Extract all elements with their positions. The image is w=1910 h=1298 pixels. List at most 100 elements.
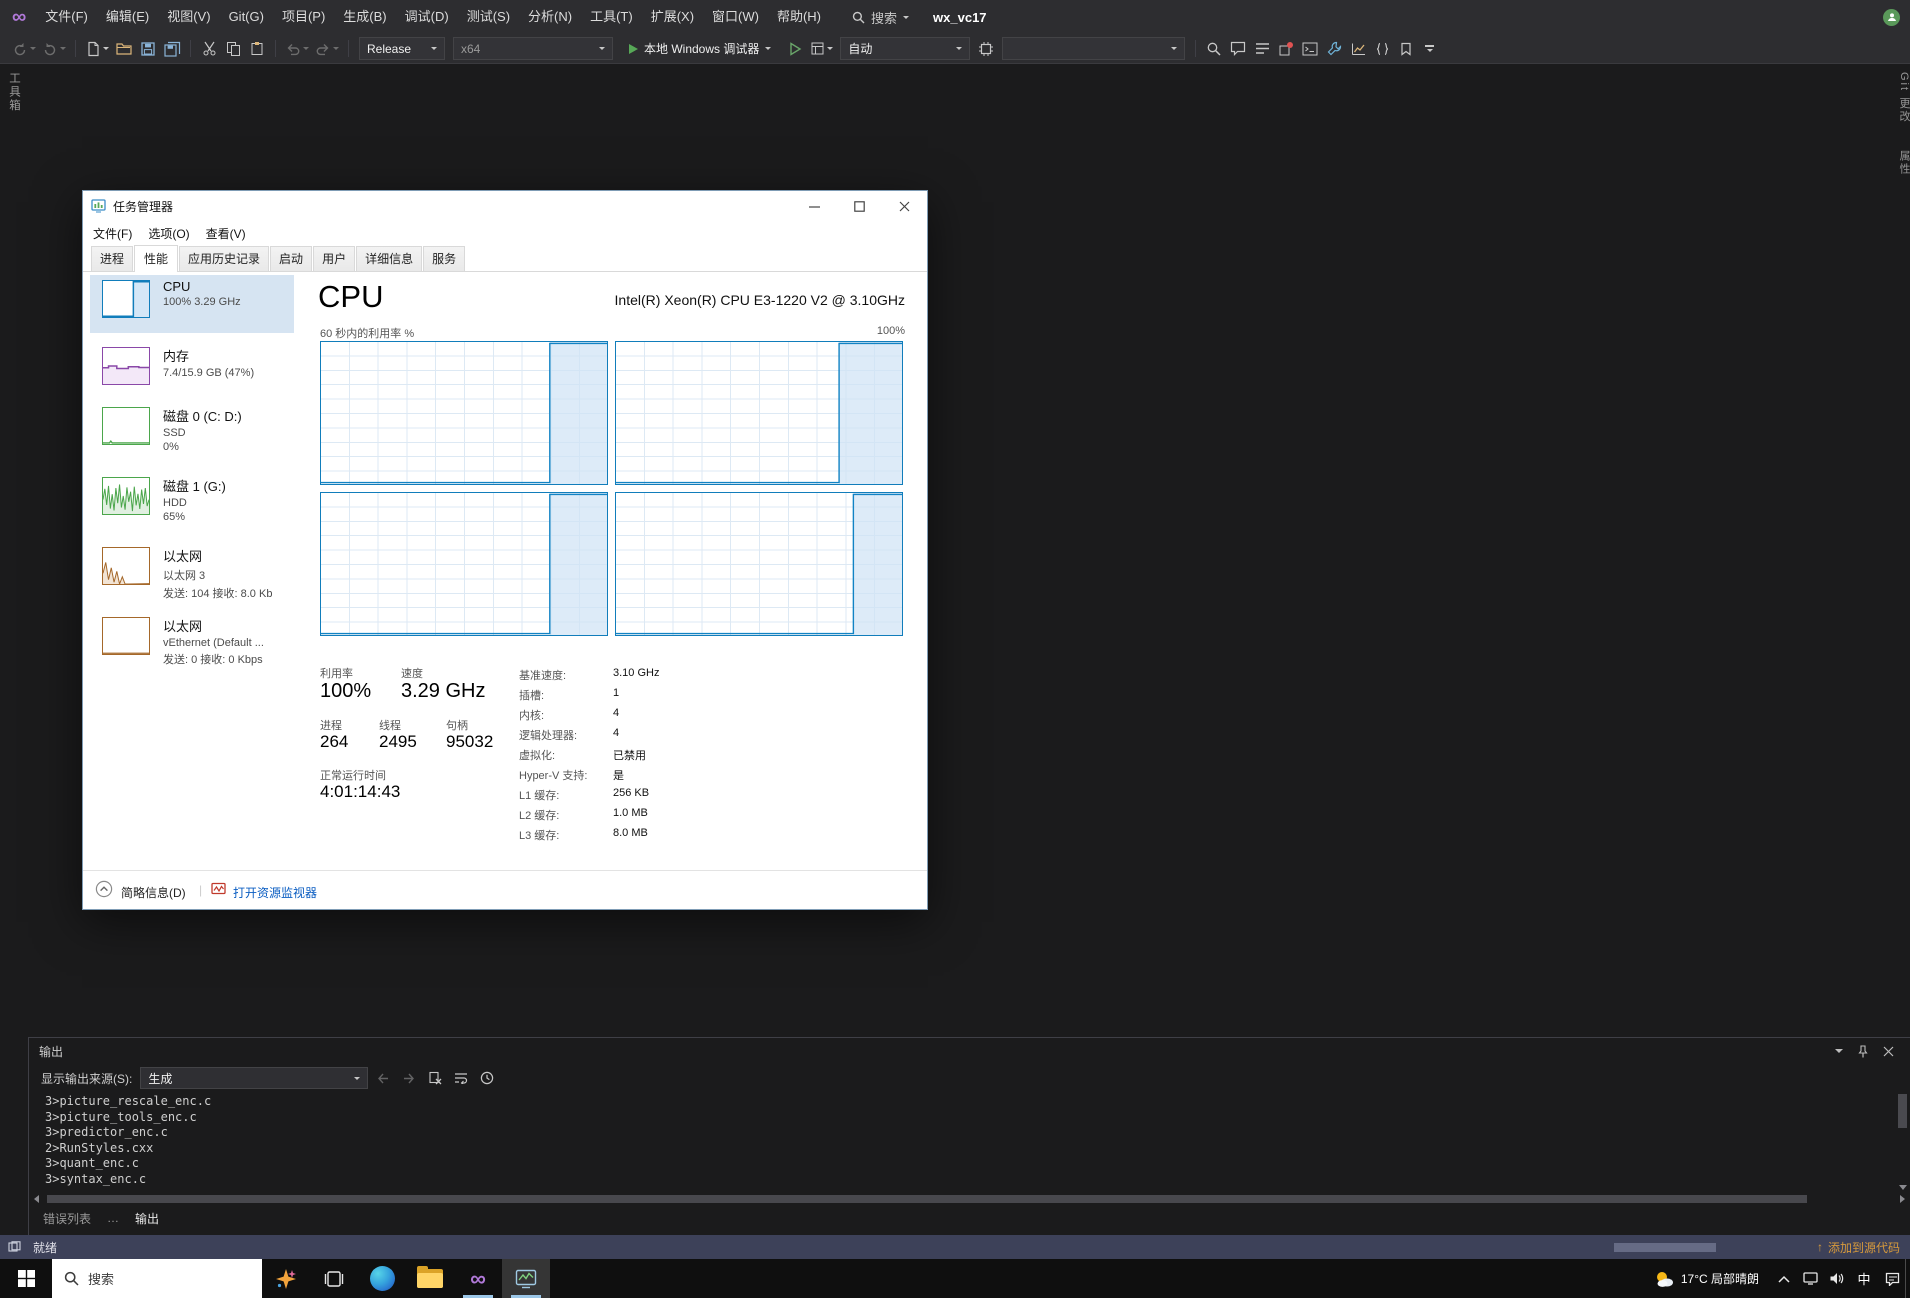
output-source-dropdown[interactable]: 生成 — [140, 1067, 368, 1089]
tm-menu-file[interactable]: 文件(F) — [85, 225, 140, 242]
menu-project[interactable]: 项目(P) — [273, 0, 334, 34]
tab-output[interactable]: 输出 — [135, 1210, 159, 1227]
tab-services[interactable]: 服务 — [423, 246, 465, 271]
tab-processes[interactable]: 进程 — [91, 246, 133, 271]
pin-icon[interactable] — [1857, 1045, 1869, 1058]
menu-tools[interactable]: 工具(T) — [581, 0, 642, 34]
immediate-window-button[interactable] — [1299, 37, 1321, 61]
scrollbar-thumb[interactable] — [47, 1195, 1807, 1203]
cut-button[interactable] — [198, 37, 220, 61]
fewer-details-toggle[interactable]: 简略信息(D) — [121, 884, 186, 901]
taskbar-search-input[interactable]: 搜索 — [52, 1259, 262, 1298]
show-desktop-button[interactable] — [1905, 1259, 1910, 1298]
paste-button[interactable] — [246, 37, 268, 61]
sidebar-item-vethernet[interactable]: 以太网 vEthernet (Default ... 发送: 0 接收: 0 K… — [90, 612, 294, 667]
auto-dropdown[interactable]: 自动 — [840, 37, 970, 60]
solution-configuration-dropdown[interactable]: Release — [359, 37, 445, 60]
navigate-back-button[interactable] — [10, 37, 38, 61]
output-vertical-scrollbar[interactable] — [1896, 1092, 1909, 1192]
output-horizontal-scrollbar[interactable] — [29, 1192, 1910, 1206]
weather-widget[interactable]: 17°C 局部晴朗 — [1642, 1270, 1771, 1288]
start-without-debugging-button[interactable] — [784, 37, 806, 61]
search-highlights-button[interactable] — [262, 1259, 310, 1298]
start-button[interactable] — [0, 1259, 52, 1298]
git-changes-vertical-tab[interactable]: Git 更改 — [1896, 72, 1910, 123]
word-wrap-icon[interactable] — [450, 1067, 472, 1089]
tm-menu-options[interactable]: 选项(O) — [140, 225, 197, 242]
menu-window[interactable]: 窗口(W) — [703, 0, 768, 34]
start-debugging-button[interactable]: 本地 Windows 调试器 — [620, 37, 780, 61]
menu-file[interactable]: 文件(F) — [36, 0, 97, 34]
minimize-button[interactable] — [792, 191, 837, 221]
maximize-button[interactable] — [837, 191, 882, 221]
undo-button[interactable] — [283, 37, 311, 61]
open-resource-monitor-link[interactable]: 打开资源监视器 — [233, 884, 317, 901]
copy-button[interactable] — [222, 37, 244, 61]
visual-studio-taskbar-button[interactable]: ∞ — [454, 1259, 502, 1298]
clear-all-icon[interactable] — [424, 1067, 446, 1089]
line-list-button[interactable] — [1251, 37, 1273, 61]
edge-browser-button[interactable] — [358, 1259, 406, 1298]
scroll-right-arrow-icon[interactable] — [1900, 1195, 1905, 1203]
menu-debug[interactable]: 调试(D) — [396, 0, 458, 34]
file-explorer-button[interactable] — [406, 1259, 454, 1298]
menu-extensions[interactable]: 扩展(X) — [642, 0, 703, 34]
tab-startup[interactable]: 启动 — [270, 246, 312, 271]
attach-process-button[interactable] — [1275, 37, 1297, 61]
redo-button[interactable] — [313, 37, 341, 61]
menu-build[interactable]: 生成(B) — [334, 0, 395, 34]
menu-analyze[interactable]: 分析(N) — [519, 0, 581, 34]
empty-dropdown[interactable] — [1002, 37, 1185, 60]
scroll-left-arrow-icon[interactable] — [34, 1195, 39, 1203]
sidebar-item-memory[interactable]: 内存 7.4/15.9 GB (47%) — [90, 342, 294, 385]
bookmark-button[interactable] — [1395, 37, 1417, 61]
menu-view[interactable]: 视图(V) — [158, 0, 219, 34]
task-view-button[interactable] — [310, 1259, 358, 1298]
menu-test[interactable]: 测试(S) — [458, 0, 519, 34]
tab-details[interactable]: 详细信息 — [356, 246, 422, 271]
panel-menu-chevron-icon[interactable] — [1835, 1049, 1843, 1053]
save-button[interactable] — [137, 37, 159, 61]
open-file-button[interactable] — [113, 37, 135, 61]
output-panel-header[interactable]: 输出 — [29, 1038, 1910, 1064]
find-in-files-button[interactable] — [1203, 37, 1225, 61]
hidden-icons-chevron-icon[interactable] — [1771, 1259, 1797, 1298]
processor-icon-button[interactable] — [975, 37, 997, 61]
chart-button[interactable] — [1347, 37, 1369, 61]
task-manager-title-bar[interactable]: 任务管理器 — [83, 191, 927, 221]
ime-indicator[interactable]: 中 — [1849, 1269, 1879, 1288]
solution-platform-dropdown[interactable]: x64 — [453, 37, 613, 60]
menu-edit[interactable]: 编辑(E) — [97, 0, 158, 34]
collapse-circle-icon[interactable] — [95, 880, 113, 898]
navigate-forward-button[interactable] — [40, 37, 68, 61]
display-tray-icon[interactable] — [1797, 1259, 1823, 1298]
properties-vertical-tab[interactable]: 属性 — [1896, 150, 1910, 176]
tab-performance[interactable]: 性能 — [134, 245, 178, 272]
new-file-button[interactable] — [83, 37, 111, 61]
save-all-button[interactable] — [161, 37, 183, 61]
task-manager-taskbar-button[interactable] — [502, 1259, 550, 1298]
sidebar-item-disk0[interactable]: 磁盘 0 (C: D:) SSD 0% — [90, 402, 294, 453]
comment-button[interactable] — [1227, 37, 1249, 61]
close-panel-icon[interactable] — [1883, 1046, 1894, 1057]
account-icon[interactable] — [1883, 9, 1900, 26]
output-log[interactable]: 3>picture_rescale_enc.c3>picture_tools_e… — [29, 1092, 1910, 1192]
volume-tray-icon[interactable] — [1823, 1259, 1849, 1298]
menu-git[interactable]: Git(G) — [220, 0, 273, 34]
tm-menu-view[interactable]: 查看(V) — [198, 225, 254, 242]
timestamp-clock-icon[interactable] — [476, 1067, 498, 1089]
tab-app-history[interactable]: 应用历史记录 — [179, 246, 269, 271]
tab-users[interactable]: 用户 — [313, 246, 355, 271]
build-type-button[interactable] — [808, 37, 835, 61]
action-center-icon[interactable] — [1879, 1259, 1905, 1298]
previous-message-icon[interactable] — [372, 1067, 394, 1089]
wrench-button[interactable] — [1323, 37, 1345, 61]
vs-search-box[interactable]: 搜索 — [844, 8, 917, 27]
sidebar-item-cpu[interactable]: CPU 100% 3.29 GHz — [90, 275, 294, 333]
toolbar-overflow-button[interactable] — [1425, 45, 1434, 52]
braces-button[interactable] — [1371, 37, 1393, 61]
add-to-source-control-button[interactable]: ↑ 添加到源代码 — [1817, 1235, 1900, 1259]
scrollbar-thumb[interactable] — [1898, 1094, 1907, 1128]
background-tasks-icon[interactable] — [8, 1241, 21, 1253]
tab-overflow[interactable]: … — [107, 1211, 119, 1225]
